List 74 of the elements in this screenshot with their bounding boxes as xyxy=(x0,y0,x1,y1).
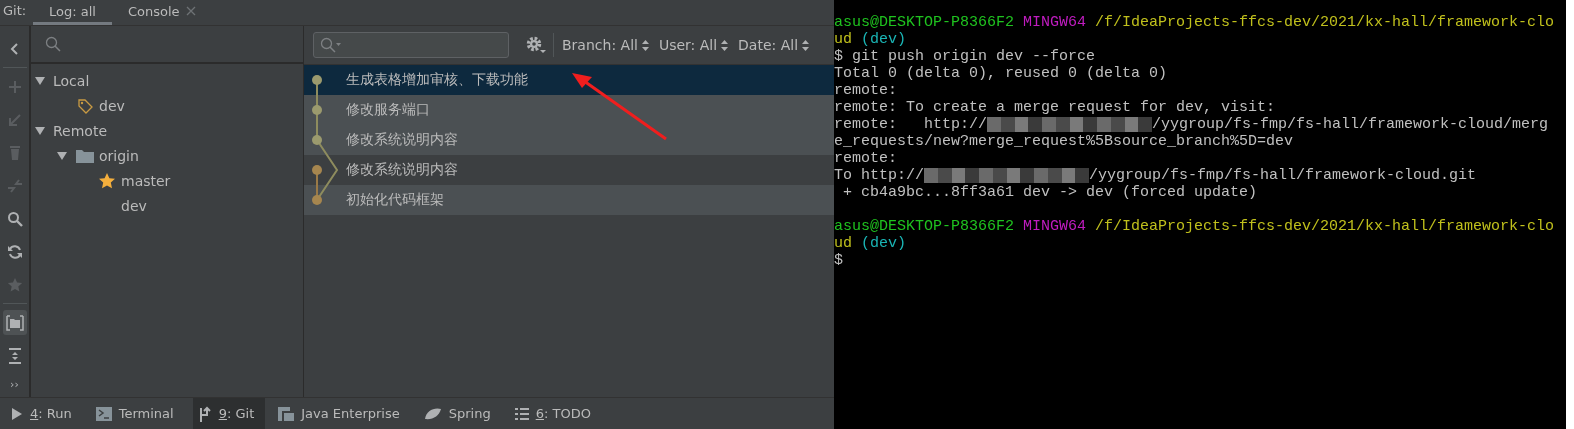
commit-row[interactable]: 初始化代码框架 xyxy=(304,185,834,215)
play-icon xyxy=(11,406,23,421)
tool-window-tab[interactable]: 9: Git xyxy=(192,398,266,429)
terminal-text: (dev) xyxy=(860,31,907,48)
tab[interactable]: Log: all xyxy=(33,0,112,25)
terminal-text: /f/IdeaProjects-ffcs-dev/2021/kx-hall/framework-clo xyxy=(1094,218,1555,235)
toolbar-button[interactable] xyxy=(2,310,27,335)
terminal-text: MINGW64 xyxy=(1022,14,1087,31)
sort-arrows-icon xyxy=(802,39,810,51)
tab[interactable]: Console xyxy=(111,0,212,25)
settings-button[interactable] xyxy=(525,35,547,55)
terminal-text: (dev) xyxy=(860,235,907,252)
sort-arrows-icon xyxy=(721,39,729,51)
terminal-text: asus@DESKTOP-P8366F2 xyxy=(834,14,1015,31)
terminal-icon xyxy=(95,406,112,421)
tree-item[interactable]: Remote xyxy=(53,122,108,139)
branch-icon xyxy=(197,405,212,422)
terminal-text: asus@DESKTOP-P8366F2 xyxy=(834,218,1015,235)
terminal-text: /yygroup/fs-fmp/fs-hall/framework-cloud.git xyxy=(1089,167,1477,184)
tree-item[interactable]: dev xyxy=(121,197,147,214)
refresh-icon xyxy=(6,243,23,260)
tool-window-tab[interactable]: 6: TODO xyxy=(509,398,602,429)
terminal-line: Total 0 (delta 0), reused 0 (delta 0) xyxy=(834,65,1169,82)
commit-row[interactable]: 修改系统说明内容 xyxy=(304,125,834,155)
plus-icon xyxy=(7,79,22,94)
terminal-text: MINGW64 xyxy=(1022,218,1087,235)
trash-icon xyxy=(7,144,22,161)
terminal-text: /f/IdeaProjects-ffcs-dev/2021/kx-hall/framework-clo xyxy=(1094,14,1555,31)
star-icon xyxy=(98,171,116,190)
terminal-line: $ git push origin dev --force xyxy=(834,48,1097,65)
commit-row[interactable]: 修改服务端口 xyxy=(304,95,834,125)
terminal-text: To http:// xyxy=(834,167,924,184)
leaf-icon xyxy=(423,406,442,421)
terminal-text: ud xyxy=(834,235,852,252)
search-icon xyxy=(6,210,23,227)
tree-item[interactable]: Local xyxy=(53,72,90,89)
arrow-icon xyxy=(7,112,22,127)
tag-icon xyxy=(77,97,93,114)
sort-arrows-icon xyxy=(641,39,649,51)
terminal-line: remote: xyxy=(834,150,898,167)
list-icon xyxy=(514,407,529,420)
terminal-line: + cb4a9bc...8ff3a61 dev -> dev (forced update) xyxy=(842,184,1259,201)
tree-item[interactable]: origin xyxy=(99,147,139,164)
terminal-line: remote: xyxy=(834,82,898,99)
terminal-line: $ xyxy=(834,252,844,269)
close-icon xyxy=(185,6,196,16)
tool-window-tab[interactable]: Spring xyxy=(418,398,502,429)
expand-icon xyxy=(7,347,22,364)
tree-item[interactable]: dev xyxy=(99,97,125,114)
filter-dropdown[interactable]: Branch: All xyxy=(562,37,649,53)
search-icon xyxy=(45,36,61,52)
filter-dropdown[interactable]: Date: All xyxy=(738,37,810,53)
more-button[interactable]: ›› xyxy=(2,376,27,392)
star-icon xyxy=(6,276,23,293)
arrows-icon xyxy=(6,178,23,193)
filter-dropdown[interactable]: User: All xyxy=(658,37,729,53)
terminal-text: /yygroup/fs-fmp/fs-hall/framework-cloud/merg xyxy=(1152,116,1549,133)
terminal-text: ud xyxy=(834,31,852,48)
tool-window-tab[interactable]: Java Enterprise xyxy=(273,398,411,429)
terminal-line: remote: To create a merge request for dev, visit: xyxy=(834,99,1277,116)
settings-icon xyxy=(525,35,547,55)
terminal-line: e_requests/new?merge_request%5Bsource_branch%5D=dev xyxy=(834,133,1295,150)
tool-window-tab[interactable]: 4: Run xyxy=(6,398,83,429)
tool-window-tab[interactable]: Terminal xyxy=(90,398,185,429)
commit-row[interactable]: 生成表格增加审核、下载功能 xyxy=(304,65,834,95)
folder-icon xyxy=(76,148,94,163)
folder-icon xyxy=(5,314,24,331)
window-icon xyxy=(278,406,295,421)
terminal-text: remote: http:// xyxy=(834,116,988,133)
tree-item[interactable]: master xyxy=(121,172,171,189)
search-icon xyxy=(320,37,342,53)
panel-label: Git: xyxy=(2,2,28,20)
commit-row[interactable]: 修改系统说明内容 xyxy=(304,155,834,185)
search-field[interactable] xyxy=(313,32,509,58)
